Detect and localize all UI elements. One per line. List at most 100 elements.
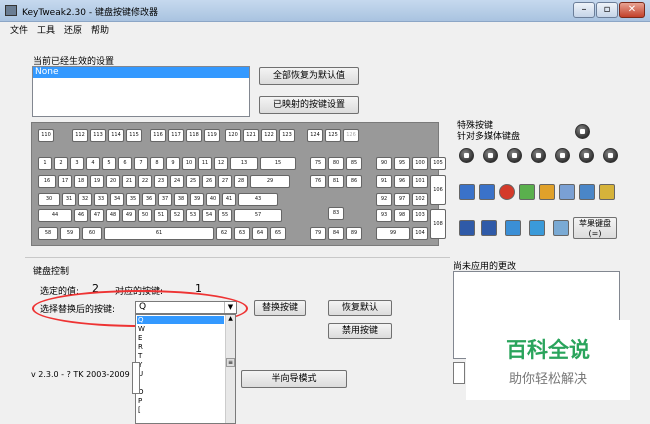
key-33[interactable]: 33 [94,193,108,206]
key-100[interactable]: 100 [412,157,428,170]
key-81[interactable]: 81 [328,175,344,188]
key-2[interactable]: 2 [54,157,68,170]
next-track-icon[interactable] [531,148,546,163]
key-52[interactable]: 52 [170,209,184,222]
key-6[interactable]: 6 [118,157,132,170]
volume-up-icon[interactable] [555,148,570,163]
show-mapped-button[interactable]: 已映射的按键设置 [259,96,359,114]
key-84[interactable]: 84 [328,227,344,240]
disable-key-button[interactable]: 禁用按键 [328,323,392,339]
volume-down-icon[interactable] [579,148,594,163]
key-90[interactable]: 90 [376,157,392,170]
replace-key-button[interactable]: 替换按键 [254,300,306,316]
key-41[interactable]: 41 [222,193,236,206]
key-26[interactable]: 26 [202,175,216,188]
menu-help[interactable]: 帮助 [91,23,109,36]
magnifier-icon[interactable] [553,220,569,236]
key-75[interactable]: 75 [310,157,326,170]
key-115[interactable]: 115 [126,129,142,142]
key-65[interactable]: 65 [270,227,286,240]
media-icon[interactable] [459,220,475,236]
key-96[interactable]: 96 [394,175,410,188]
key-60[interactable]: 60 [82,227,102,240]
key-125[interactable]: 125 [325,129,341,142]
key-13[interactable]: 13 [230,157,258,170]
key-83[interactable]: 83 [328,207,344,220]
favorites-icon[interactable] [579,184,595,200]
forward-arrow-icon[interactable] [479,184,495,200]
key-31[interactable]: 31 [62,193,76,206]
key-122[interactable]: 122 [261,129,277,142]
key-61[interactable]: 61 [104,227,214,240]
key-1[interactable]: 1 [38,157,52,170]
key-28[interactable]: 28 [234,175,248,188]
computer-icon[interactable] [505,220,521,236]
key-108[interactable]: 108 [430,209,446,239]
back-arrow-icon[interactable] [459,184,475,200]
close-button[interactable]: ✕ [619,2,645,18]
key-38[interactable]: 38 [174,193,188,206]
key-76[interactable]: 76 [310,175,326,188]
key-104[interactable]: 104 [412,227,428,240]
key-12[interactable]: 12 [214,157,228,170]
key-64[interactable]: 64 [252,227,268,240]
key-117[interactable]: 117 [168,129,184,142]
key-93[interactable]: 93 [376,209,392,222]
dropdown-item[interactable]: Q [138,316,144,324]
key-103[interactable]: 103 [412,209,428,222]
dropdown-item[interactable]: W [138,325,145,333]
key-124[interactable]: 124 [307,129,323,142]
key-57[interactable]: 57 [234,209,282,222]
key-37[interactable]: 37 [158,193,172,206]
key-30[interactable]: 30 [38,193,60,206]
search-icon[interactable] [559,184,575,200]
key-98[interactable]: 98 [394,209,410,222]
key-39[interactable]: 39 [190,193,204,206]
key-97[interactable]: 97 [394,193,410,206]
key-22[interactable]: 22 [138,175,152,188]
refresh-icon[interactable] [519,184,535,200]
key-119[interactable]: 119 [204,129,220,142]
key-35[interactable]: 35 [126,193,140,206]
key-40[interactable]: 40 [206,193,220,206]
key-44[interactable]: 44 [38,209,72,222]
key-3[interactable]: 3 [70,157,84,170]
key-20[interactable]: 20 [106,175,120,188]
dropdown-item[interactable]: T [138,352,142,360]
key-16[interactable]: 16 [38,175,56,188]
key-21[interactable]: 21 [122,175,136,188]
key-126[interactable]: 126 [343,129,359,142]
home-icon[interactable] [539,184,555,200]
key-46[interactable]: 46 [74,209,88,222]
key-120[interactable]: 120 [225,129,241,142]
key-113[interactable]: 113 [90,129,106,142]
key-86[interactable]: 86 [346,175,362,188]
key-92[interactable]: 92 [376,193,392,206]
key-11[interactable]: 11 [198,157,212,170]
key-4[interactable]: 4 [86,157,100,170]
key-54[interactable]: 54 [202,209,216,222]
key-58[interactable]: 58 [38,227,58,240]
key-8[interactable]: 8 [150,157,164,170]
apple-keyboard-button[interactable]: 苹果键盘 (=) [573,217,617,239]
dropdown-scrollbar[interactable]: ▲ ≡ [225,315,235,423]
key-25[interactable]: 25 [186,175,200,188]
key-106[interactable]: 106 [430,175,446,205]
key-110[interactable]: 110 [38,129,54,142]
list-item[interactable]: None [33,67,249,78]
dropdown-item[interactable]: P [138,397,142,405]
key-99[interactable]: 99 [376,227,410,240]
key-112[interactable]: 112 [72,129,88,142]
key-55[interactable]: 55 [218,209,232,222]
maximize-button[interactable]: ▫ [596,2,618,18]
menu-restore[interactable]: 还原 [64,23,82,36]
menu-tools[interactable]: 工具 [37,23,55,36]
key-101[interactable]: 101 [412,175,428,188]
scroll-up-icon[interactable]: ▲ [228,315,233,322]
key-95[interactable]: 95 [394,157,410,170]
key-105[interactable]: 105 [430,157,446,170]
minimize-button[interactable]: – [573,2,595,18]
key-50[interactable]: 50 [138,209,152,222]
key-118[interactable]: 118 [186,129,202,142]
key-7[interactable]: 7 [134,157,148,170]
